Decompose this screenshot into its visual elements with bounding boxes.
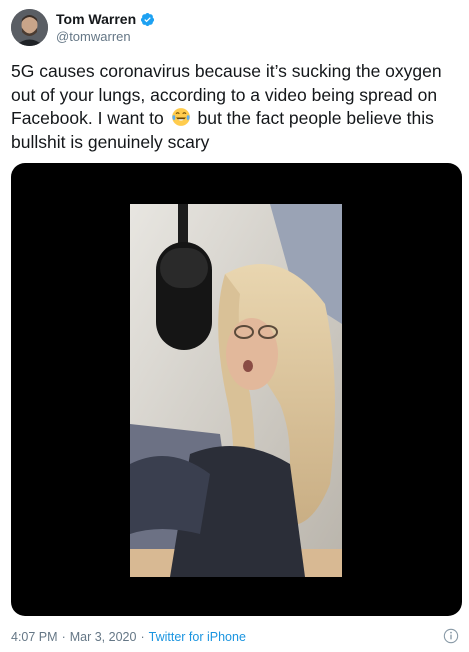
tweet-time[interactable]: 4:07 PM <box>11 630 58 644</box>
tweet-source-link[interactable]: Twitter for iPhone <box>149 630 246 644</box>
tweet-meta: 4:07 PM · Mar 3, 2020 · Twitter for iPho… <box>11 630 246 644</box>
meta-separator: · <box>61 630 66 644</box>
tweet-info-icon[interactable] <box>443 628 459 644</box>
video-thumbnail[interactable] <box>130 204 342 577</box>
author-handle[interactable]: @tomwarren <box>56 29 131 44</box>
meta-separator: · <box>140 630 145 644</box>
tweet-card: Tom Warren @tomwarren 5G causes coronavi… <box>0 0 469 652</box>
face-with-tears-of-joy-icon <box>171 108 190 126</box>
author-display-name[interactable]: Tom Warren <box>56 11 136 27</box>
video-player[interactable] <box>11 163 462 616</box>
avatar[interactable] <box>11 9 48 46</box>
verified-badge-icon <box>141 12 155 26</box>
tweet-date[interactable]: Mar 3, 2020 <box>70 630 137 644</box>
video-thumbnail-icon <box>130 204 342 577</box>
avatar-photo-icon <box>11 9 48 46</box>
author-name-row[interactable]: Tom Warren <box>56 11 155 27</box>
tweet-text: 5G causes coronavirus because it’s sucki… <box>11 60 451 154</box>
